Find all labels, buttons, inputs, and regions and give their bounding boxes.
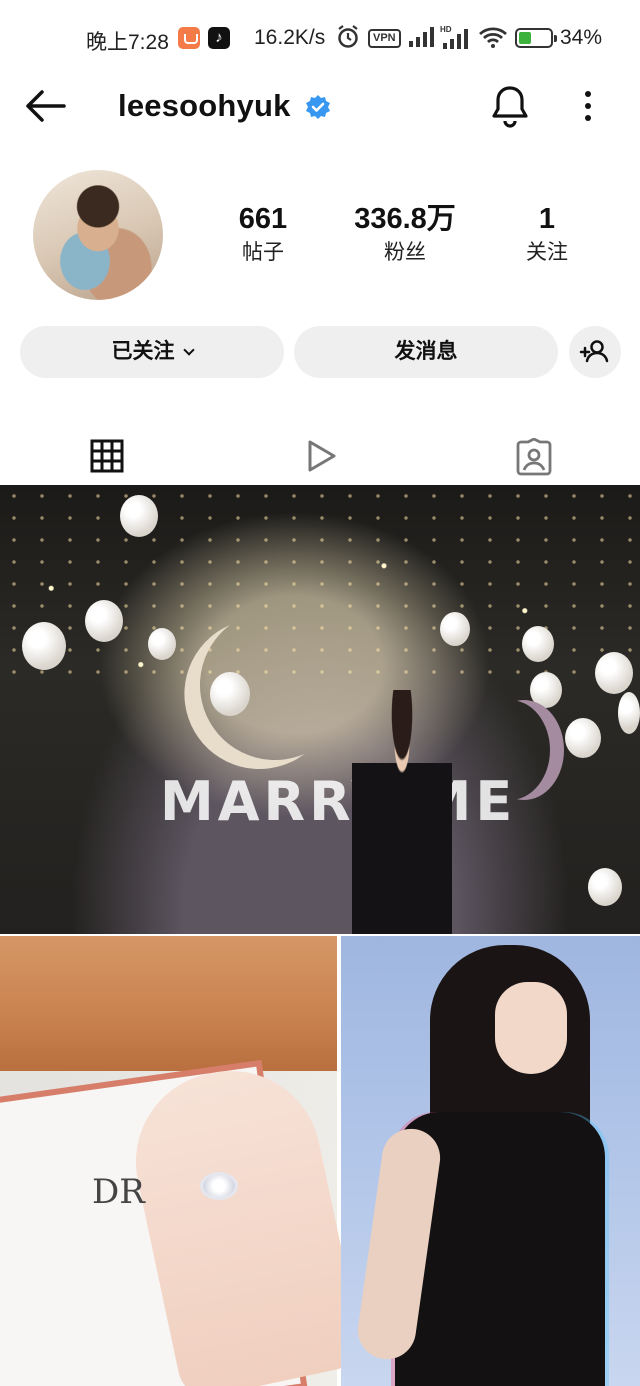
shopping-app-icon: [178, 27, 200, 49]
alarm-icon: [336, 24, 360, 50]
svg-text:HD: HD: [440, 25, 452, 34]
tab-tagged[interactable]: [427, 430, 640, 484]
add-user-icon: [579, 340, 609, 363]
following-button[interactable]: 已关注: [20, 326, 284, 378]
verified-badge-icon: [305, 94, 331, 120]
balloon: [148, 628, 176, 660]
tab-reels[interactable]: [213, 430, 426, 484]
avatar[interactable]: [33, 170, 163, 300]
marry-me-sign: MARRY ME: [160, 770, 517, 833]
back-arrow-icon[interactable]: [24, 88, 66, 124]
stat-following-value: 1: [538, 203, 556, 235]
woman-in-black-dress: [352, 690, 452, 934]
message-button-label: 发消息: [394, 340, 458, 363]
balloon: [120, 495, 158, 537]
balloon: [588, 868, 622, 906]
balloon: [522, 626, 554, 662]
battery-icon: [515, 28, 557, 48]
status-time: 晚上7:28: [86, 31, 169, 54]
stat-following-label: 关注: [526, 241, 568, 264]
face: [495, 982, 567, 1074]
tab-grid[interactable]: [0, 430, 213, 484]
stat-followers-value: 336.8万: [354, 203, 456, 235]
stat-posts-label: 帖子: [242, 241, 284, 264]
profile-username: leesoohyuk: [118, 88, 291, 123]
balloon: [440, 612, 470, 646]
balloon: [530, 672, 562, 708]
message-button[interactable]: 发消息: [294, 326, 558, 378]
profile-tabs: [0, 430, 640, 484]
tab-indicator: [0, 481, 213, 484]
suggest-users-button[interactable]: [569, 326, 621, 378]
stat-followers-label: 粉丝: [384, 241, 426, 264]
signal-icon: [408, 26, 436, 48]
balloon: [595, 652, 633, 694]
grid-icon: [90, 439, 123, 473]
battery-percent: 34%: [560, 26, 603, 49]
stat-posts[interactable]: 661 帖子: [193, 202, 333, 266]
bell-icon[interactable]: [490, 84, 530, 128]
stat-following[interactable]: 1 关注: [477, 202, 617, 266]
wifi-icon: [478, 26, 508, 48]
balloon: [85, 600, 123, 642]
balloon: [22, 622, 66, 670]
stat-posts-value: 661: [238, 203, 288, 235]
play-icon: [308, 440, 335, 472]
certificate-logo: DR: [92, 1172, 145, 1212]
balloon: [618, 692, 640, 734]
following-button-label: 已关注: [111, 340, 175, 363]
vpn-badge: VPN: [368, 29, 401, 48]
more-vert-icon[interactable]: [574, 88, 602, 124]
tagged-person-icon: [516, 438, 551, 476]
signal-hd-icon: HD: [440, 24, 472, 50]
diamond-ring: [200, 1172, 238, 1200]
profile-header: leesoohyuk: [0, 74, 640, 140]
stat-followers[interactable]: 336.8万 粉丝: [335, 202, 475, 266]
status-bar: 晚上7:28 ♪ 16.2K/s VPN HD 34%: [0, 0, 640, 74]
network-speed: 16.2K/s: [254, 26, 326, 49]
balloon: [565, 718, 601, 758]
tiktok-icon: ♪: [208, 27, 230, 49]
chevron-down-icon: [182, 344, 195, 356]
